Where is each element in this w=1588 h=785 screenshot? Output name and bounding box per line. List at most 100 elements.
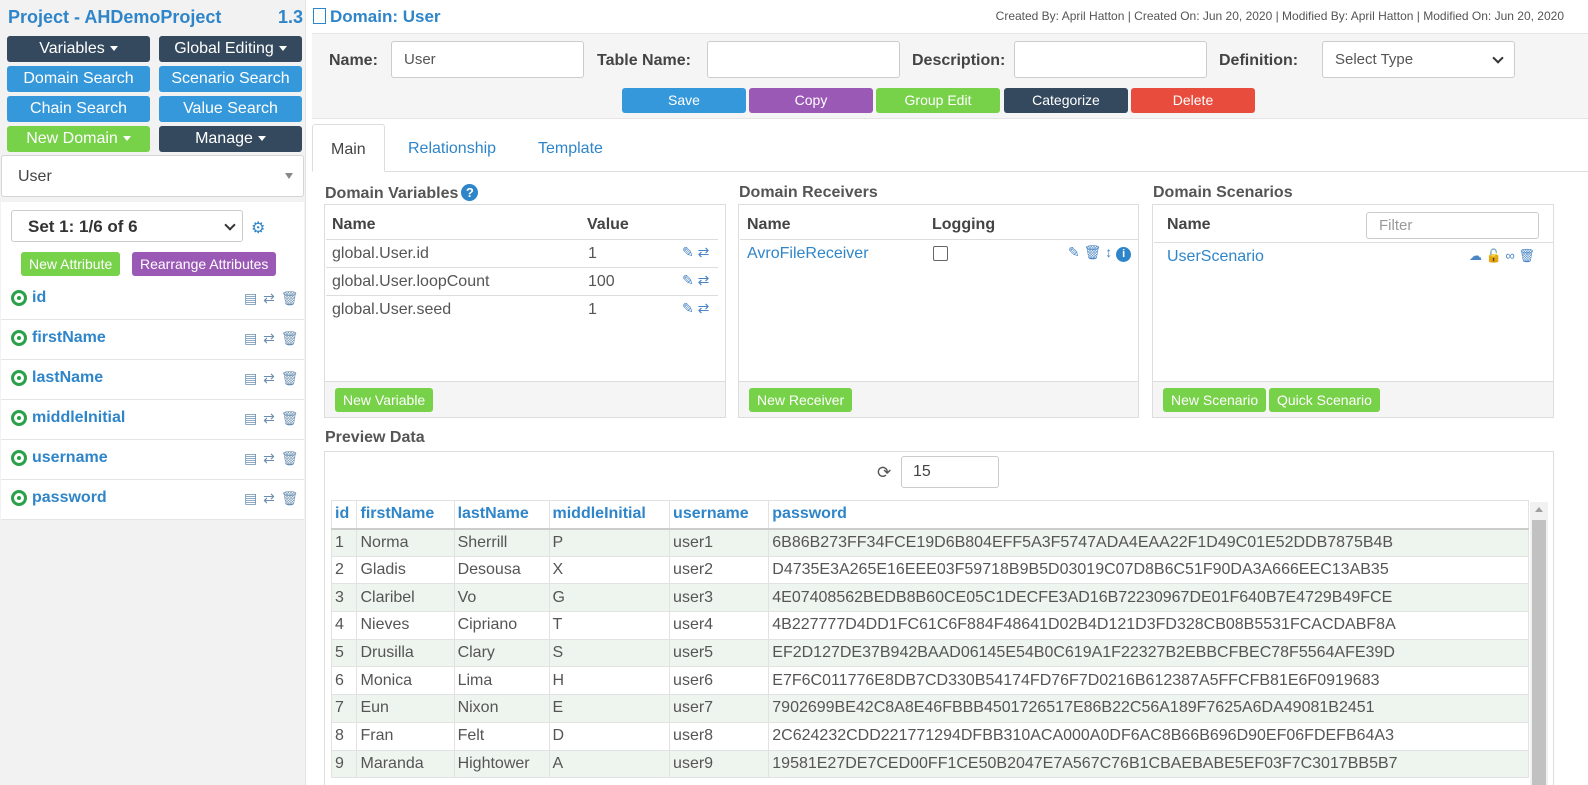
attribute-name[interactable]: firstName (32, 329, 106, 347)
swap-icon[interactable]: ⇄ (263, 450, 276, 466)
preview-scrollbar[interactable] (1530, 502, 1548, 785)
trash-icon[interactable]: 🗑 (281, 370, 300, 386)
attribute-row[interactable]: lastName ▤ ⇄ 🗑 (1, 360, 304, 400)
name-input[interactable]: User (391, 41, 584, 78)
categorize-button[interactable]: Categorize (1004, 88, 1128, 113)
attribute-name[interactable]: username (32, 449, 108, 467)
trash-icon[interactable]: 🗑 (281, 330, 300, 346)
edit-icon[interactable]: ✎ (682, 272, 694, 288)
variables-button[interactable]: Variables (7, 36, 150, 62)
rearrange-attributes-button[interactable]: Rearrange Attributes (132, 252, 277, 276)
logging-checkbox[interactable] (933, 246, 948, 261)
save-icon[interactable]: ▤ (244, 450, 258, 466)
save-icon[interactable]: ▤ (244, 370, 258, 386)
save-icon[interactable]: ▤ (244, 410, 258, 426)
attribute-row[interactable]: password ▤ ⇄ 🗑 (1, 480, 304, 520)
refresh-icon[interactable]: ⟳ (877, 463, 891, 483)
save-button[interactable]: Save (622, 88, 746, 113)
table-name-input[interactable] (707, 41, 900, 78)
scenario-filter-input[interactable]: Filter (1366, 212, 1539, 239)
scenarios-name-header: Name (1167, 216, 1211, 233)
project-title[interactable]: Project - AHDemoProject (8, 7, 221, 28)
receiver-name-link[interactable]: AvroFileReceiver (747, 245, 869, 263)
tab-template[interactable]: Template (520, 124, 621, 172)
info-icon[interactable]: i (1116, 247, 1132, 262)
group-edit-button[interactable]: Group Edit (876, 88, 1000, 113)
manage-button[interactable]: Manage (159, 126, 302, 152)
scroll-up-icon[interactable] (1535, 507, 1543, 512)
new-domain-button[interactable]: New Domain (7, 126, 150, 152)
document-icon (313, 8, 326, 24)
global-editing-button[interactable]: Global Editing (159, 36, 302, 62)
swap-icon[interactable]: ⇄ (698, 272, 710, 288)
swap-icon[interactable]: ⇄ (263, 290, 276, 306)
copy-button[interactable]: Copy (749, 88, 873, 113)
column-header-firstName[interactable]: firstName (356, 500, 455, 530)
save-icon[interactable]: ▤ (244, 330, 258, 346)
swap-icon[interactable]: ⇄ (263, 410, 276, 426)
trash-icon[interactable]: 🗑 (281, 450, 300, 466)
swap-icon[interactable]: ⇄ (698, 244, 710, 260)
new-receiver-button[interactable]: New Receiver (749, 388, 853, 412)
help-icon[interactable]: ? (461, 184, 479, 201)
swap-icon[interactable]: ⇄ (698, 300, 710, 316)
table-cell: user4 (669, 611, 770, 640)
receiver-actions: ✎ 🗑 ↕ i (1068, 244, 1132, 262)
attribute-row[interactable]: id ▤ ⇄ 🗑 (1, 280, 304, 320)
sort-icon[interactable]: ↕ (1105, 244, 1112, 260)
scenario-name-link[interactable]: UserScenario (1167, 248, 1264, 266)
edit-icon[interactable]: ✎ (682, 244, 694, 260)
tab-relationship[interactable]: Relationship (390, 124, 514, 172)
new-variable-button[interactable]: New Variable (335, 388, 434, 412)
chain-search-button[interactable]: Chain Search (7, 96, 150, 122)
table-cell: Maranda (356, 749, 455, 779)
scenario-search-button[interactable]: Scenario Search (159, 66, 302, 92)
attribute-name[interactable]: password (32, 489, 107, 507)
definition-select[interactable]: Select Type (1322, 41, 1515, 78)
domain-search-button[interactable]: Domain Search (7, 66, 150, 92)
attribute-name[interactable]: middleInitial (32, 409, 125, 427)
trash-icon[interactable]: 🗑 (1084, 244, 1102, 260)
description-input[interactable] (1014, 41, 1207, 78)
column-header-password[interactable]: password (768, 500, 1529, 530)
trash-icon[interactable]: 🗑 (281, 410, 300, 426)
new-attribute-button[interactable]: New Attribute (21, 252, 121, 276)
cloud-download-icon[interactable]: ☁ (1469, 248, 1482, 263)
domain-select[interactable]: User (1, 155, 304, 197)
save-icon[interactable]: ▤ (244, 290, 258, 306)
table-cell: G (548, 583, 671, 613)
unlock-icon[interactable]: 🔓 (1486, 248, 1502, 263)
attribute-row[interactable]: firstName ▤ ⇄ 🗑 (1, 320, 304, 360)
column-header-username[interactable]: username (669, 500, 770, 530)
set-select[interactable]: Set 1: 1/6 of 6 (11, 210, 243, 242)
column-header-lastName[interactable]: lastName (453, 500, 550, 530)
link-icon[interactable]: ∞ (1505, 248, 1514, 263)
tab-main[interactable]: Main (312, 124, 385, 172)
attribute-name[interactable]: lastName (32, 369, 103, 387)
value-search-button[interactable]: Value Search (159, 96, 302, 122)
scrollbar-thumb[interactable] (1532, 520, 1546, 785)
gears-icon[interactable]: ⚙ (251, 218, 265, 238)
swap-icon[interactable]: ⇄ (263, 370, 276, 386)
preview-count-input[interactable]: 15 (901, 456, 999, 488)
table-cell: Norma (356, 528, 455, 557)
column-header-id[interactable]: id (330, 500, 358, 530)
save-icon[interactable]: ▤ (244, 490, 258, 506)
attribute-actions: ▤ ⇄ 🗑 (244, 450, 300, 467)
edit-icon[interactable]: ✎ (682, 300, 694, 316)
swap-icon[interactable]: ⇄ (263, 330, 276, 346)
quick-scenario-button[interactable]: Quick Scenario (1269, 388, 1380, 412)
edit-icon[interactable]: ✎ (1068, 244, 1080, 260)
column-header-middleInitial[interactable]: middleInitial (548, 500, 671, 530)
attribute-row[interactable]: middleInitial ▤ ⇄ 🗑 (1, 400, 304, 440)
trash-icon[interactable]: 🗑 (1518, 248, 1535, 263)
trash-icon[interactable]: 🗑 (281, 290, 300, 306)
trash-icon[interactable]: 🗑 (281, 490, 300, 506)
new-scenario-button[interactable]: New Scenario (1163, 388, 1267, 412)
attribute-row[interactable]: username ▤ ⇄ 🗑 (1, 440, 304, 480)
delete-button[interactable]: Delete (1131, 88, 1255, 113)
attribute-name[interactable]: id (32, 289, 46, 307)
table-row: 8 Fran Felt Duser8 2C624232CDD221771294DFBB3… (330, 721, 1529, 751)
project-version: 1.3 (278, 7, 304, 27)
swap-icon[interactable]: ⇄ (263, 490, 276, 506)
